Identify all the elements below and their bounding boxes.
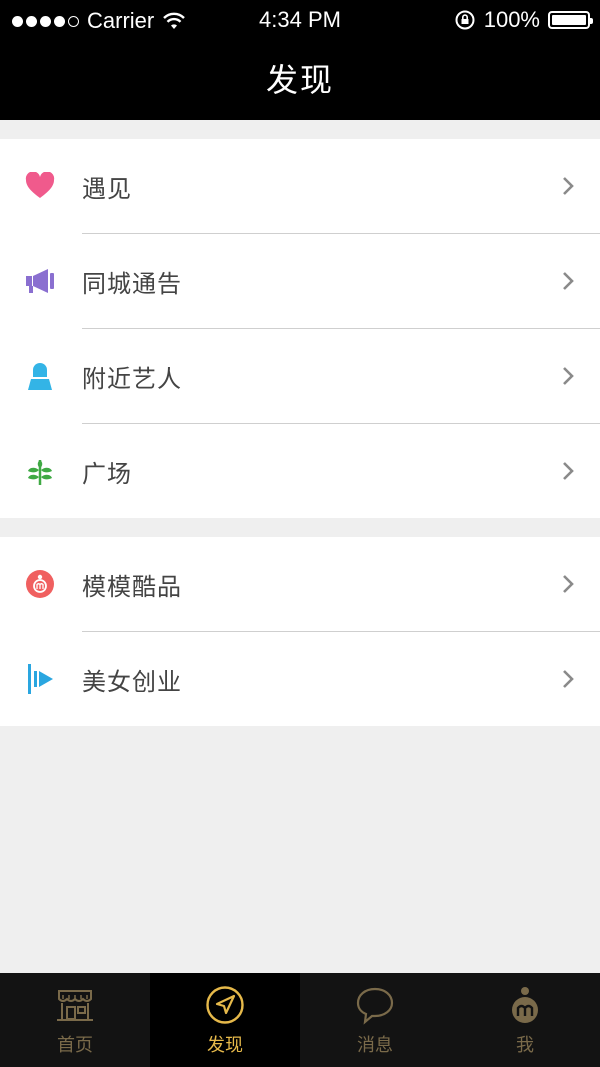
- rotation-lock-icon: [455, 10, 475, 30]
- battery-percent: 100%: [483, 7, 540, 32]
- chevron-right-icon: [563, 575, 574, 593]
- menu-item-nearby-artists[interactable]: 附近艺人: [0, 329, 600, 423]
- chevron-right-icon: [563, 272, 574, 290]
- status-bar: Carrier 4:34 PM 100%: [0, 0, 600, 40]
- menu-item-label: 美女创业: [82, 667, 182, 696]
- battery-icon: [548, 11, 593, 29]
- chevron-right-icon: [563, 670, 574, 688]
- menu-group-1: 遇见 同城通告 附近艺人 广场: [0, 139, 600, 518]
- menu-item-plaza[interactable]: 广场: [0, 424, 600, 518]
- tab-label: 消息: [357, 1035, 393, 1056]
- chevron-right-icon: [563, 367, 574, 385]
- chat-bubble-icon: [356, 987, 394, 1025]
- menu-item-label: 同城通告: [82, 269, 182, 298]
- menu-item-meet[interactable]: 遇见: [0, 139, 600, 233]
- megaphone-icon: [24, 265, 56, 297]
- heart-icon: [24, 170, 56, 202]
- chevron-right-icon: [563, 462, 574, 480]
- tab-discover[interactable]: 发现: [150, 973, 300, 1067]
- tab-bar: 首页 发现 消息 我: [0, 973, 600, 1067]
- m-badge-icon: [24, 568, 56, 600]
- tab-messages[interactable]: 消息: [300, 973, 450, 1067]
- nav-bar: 发现: [0, 40, 600, 120]
- chevron-right-icon: [563, 177, 574, 195]
- menu-group-2: 模模酷品 美女创业: [0, 537, 600, 726]
- compass-icon: [206, 986, 244, 1024]
- play-flag-icon: [24, 663, 56, 695]
- menu-item-cool-products[interactable]: 模模酷品: [0, 537, 600, 631]
- menu-item-label: 附近艺人: [82, 364, 182, 393]
- sprout-icon: [24, 455, 56, 487]
- menu-item-label: 遇见: [82, 174, 132, 203]
- menu-item-beauty-startup[interactable]: 美女创业: [0, 632, 600, 726]
- tab-label: 首页: [57, 1035, 93, 1056]
- m-profile-icon: [512, 987, 538, 1023]
- tab-label: 我: [516, 1035, 534, 1056]
- tab-me[interactable]: 我: [450, 973, 600, 1067]
- status-right: 100%: [454, 7, 593, 33]
- tab-label: 发现: [207, 1035, 243, 1056]
- menu-item-label: 模模酷品: [82, 572, 182, 601]
- menu-item-city-notice[interactable]: 同城通告: [0, 234, 600, 328]
- page-title: 发现: [265, 61, 334, 99]
- person-icon: [24, 360, 56, 392]
- menu-item-label: 广场: [82, 459, 132, 488]
- storefront-icon: [57, 990, 93, 1021]
- tab-home[interactable]: 首页: [0, 973, 150, 1067]
